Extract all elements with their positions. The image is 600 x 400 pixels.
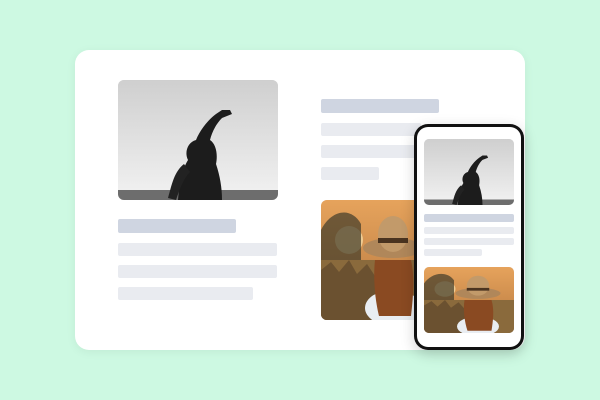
left-text-line [118, 265, 277, 278]
silhouette-photo-icon [118, 80, 278, 200]
left-text-line [118, 287, 253, 300]
phone-text-line [424, 238, 514, 245]
responsive-preview-illustration [0, 0, 600, 400]
right-text-line [321, 167, 379, 180]
hat-woman-photo-icon [424, 267, 514, 333]
phone-mockup [414, 124, 524, 350]
phone-title-placeholder [424, 214, 514, 222]
phone-silhouette-photo-graphic [424, 139, 514, 205]
right-text-line [321, 145, 421, 158]
right-title-placeholder [321, 99, 439, 113]
left-title-placeholder [118, 219, 236, 233]
phone-text-line [424, 249, 482, 256]
silhouette-photo-graphic [118, 80, 278, 200]
left-text-line [118, 243, 277, 256]
phone-text-line [424, 227, 514, 234]
phone-screen [417, 127, 521, 347]
right-text-line [321, 123, 421, 136]
phone-hat-woman-photo-graphic [424, 267, 514, 333]
silhouette-photo-icon [424, 139, 514, 205]
